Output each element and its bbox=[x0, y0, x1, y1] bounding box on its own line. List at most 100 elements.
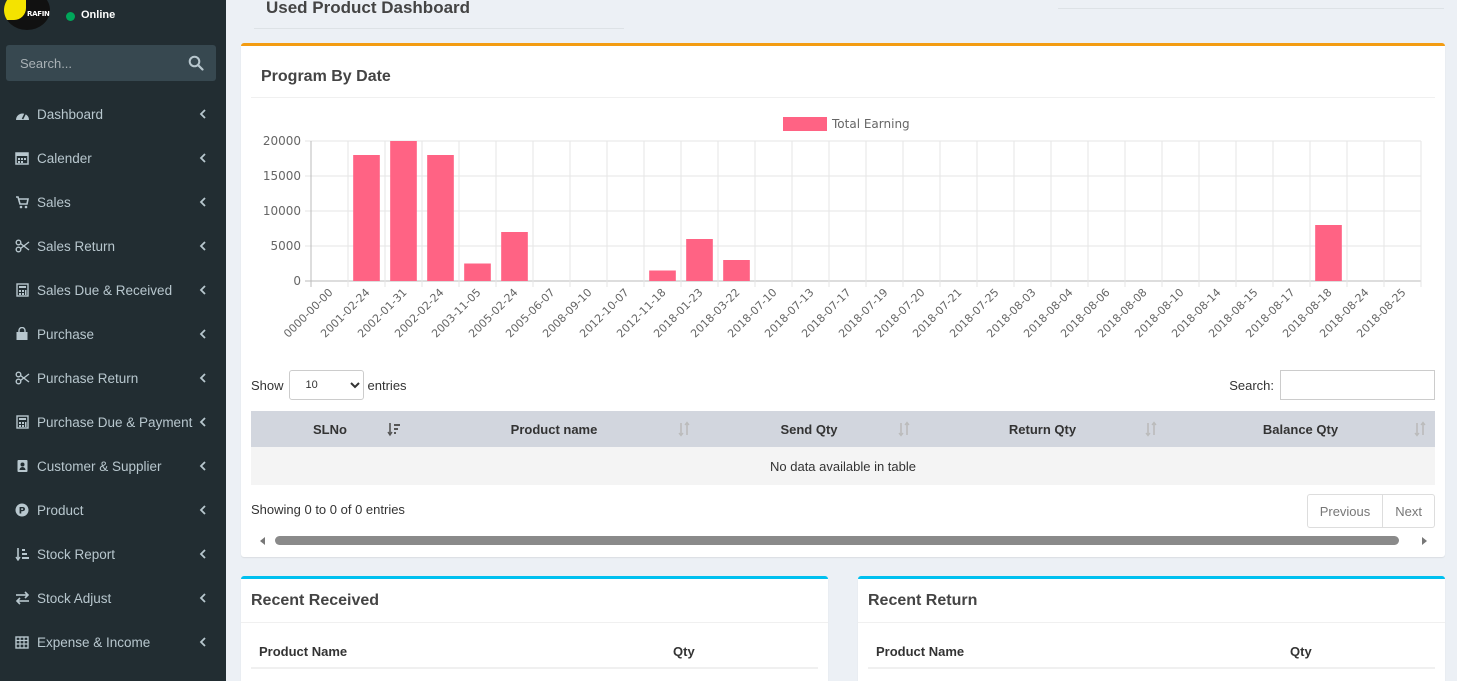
column-header-label: Balance Qty bbox=[1262, 421, 1339, 437]
legend-label: Total Earning bbox=[831, 117, 910, 131]
logo-text: RAFIN bbox=[27, 10, 50, 18]
scissors-icon bbox=[14, 370, 30, 386]
user-panel: RAFIN Online bbox=[0, 0, 226, 36]
sidebar-item-product[interactable]: P Product bbox=[0, 488, 226, 532]
table-search-control: Search: bbox=[1229, 370, 1435, 400]
column-header-label: Return Qty bbox=[1008, 421, 1077, 437]
entries-length-control: Show 10 entries bbox=[251, 370, 407, 400]
online-status-dot-icon bbox=[66, 12, 75, 21]
sidebar-item-customer-supplier[interactable]: Customer & Supplier bbox=[0, 444, 226, 488]
horizontal-scrollbar[interactable] bbox=[255, 535, 1431, 547]
scroll-right-arrow-icon[interactable] bbox=[1422, 537, 1427, 545]
chevron-left-icon bbox=[199, 197, 206, 207]
sidebar-item-label: Purchase Return bbox=[37, 370, 139, 386]
table-info: Showing 0 to 0 of 0 entries bbox=[251, 502, 405, 517]
sidebar-item-label: Purchase Due & Payment bbox=[37, 414, 193, 430]
title-divider bbox=[254, 28, 624, 29]
bar bbox=[723, 260, 750, 281]
bar bbox=[501, 232, 528, 281]
scissors-icon bbox=[14, 238, 30, 254]
program-by-date-chart: 050001000015000200000000-00-002001-02-24… bbox=[263, 117, 1422, 340]
y-tick-label: 10000 bbox=[263, 204, 301, 218]
sidebar-item-sales-return[interactable]: Sales Return bbox=[0, 224, 226, 268]
header-divider bbox=[1058, 8, 1444, 9]
product-p-icon: P bbox=[14, 502, 30, 518]
chevron-left-icon bbox=[199, 593, 206, 603]
chevron-left-icon bbox=[199, 153, 206, 163]
table-search-input[interactable] bbox=[1280, 370, 1435, 400]
product-table: SLNo Product name Send Qty Return Qty Ba… bbox=[251, 411, 1435, 485]
sort-both-icon bbox=[678, 421, 690, 437]
table-icon bbox=[14, 634, 30, 650]
entries-select[interactable]: 10 bbox=[288, 370, 364, 400]
show-label: Show bbox=[251, 377, 284, 393]
box-title: Recent Received bbox=[251, 592, 380, 609]
sidebar-item-label: Expense & Income bbox=[37, 634, 151, 650]
sidebar-item-expense-income[interactable]: Expense & Income bbox=[0, 620, 226, 664]
sort-both-icon bbox=[1145, 421, 1157, 437]
pagination: Previous Next bbox=[1306, 494, 1435, 528]
sidebar-item-purchase[interactable]: Purchase bbox=[0, 312, 226, 356]
y-tick-label: 20000 bbox=[263, 134, 301, 148]
chevron-left-icon bbox=[199, 417, 206, 427]
sidebar-item-sales[interactable]: Sales bbox=[0, 180, 226, 224]
box-title: Program By Date bbox=[261, 68, 391, 85]
box-header-divider bbox=[858, 622, 1445, 623]
logo-sun-icon bbox=[4, 0, 26, 20]
empty-table-message: No data available in table bbox=[251, 447, 1435, 485]
chevron-left-icon bbox=[199, 329, 206, 339]
chevron-left-icon bbox=[199, 461, 206, 471]
chevron-left-icon bbox=[199, 373, 206, 383]
cart-icon bbox=[14, 194, 30, 210]
sidebar-item-purchase-return[interactable]: Purchase Return bbox=[0, 356, 226, 400]
chevron-left-icon bbox=[199, 637, 206, 647]
sidebar-item-label: Calender bbox=[37, 150, 92, 166]
sidebar-item-stock-adjust[interactable]: Stock Adjust bbox=[0, 576, 226, 620]
avatar[interactable]: RAFIN bbox=[4, 0, 50, 30]
online-status-text: Online bbox=[81, 9, 116, 21]
recent-received-box: Recent Received Product Name Qty bbox=[241, 576, 828, 681]
box-title: Recent Return bbox=[868, 592, 978, 609]
next-page-button[interactable]: Next bbox=[1383, 494, 1435, 528]
sidebar-item-calender[interactable]: Calender bbox=[0, 136, 226, 180]
column-header-return-qty[interactable]: Return Qty bbox=[919, 411, 1166, 447]
chevron-left-icon bbox=[199, 109, 206, 119]
column-header-send-qty[interactable]: Send Qty bbox=[699, 411, 919, 447]
sort-amount-icon bbox=[14, 546, 30, 562]
sidebar-item-label: Stock Adjust bbox=[37, 590, 112, 606]
column-header-product-name: Product Name bbox=[876, 644, 965, 659]
column-header-product-name: Product Name bbox=[259, 644, 348, 659]
bar bbox=[649, 270, 676, 281]
sidebar-menu: Dashboard Calender Sales Sales Return Sa… bbox=[0, 92, 226, 664]
chevron-left-icon bbox=[199, 241, 206, 251]
column-header-slno[interactable]: SLNo bbox=[251, 411, 409, 447]
column-header-product-name[interactable]: Product name bbox=[409, 411, 699, 447]
search-icon[interactable] bbox=[188, 55, 204, 71]
sidebar-search-input[interactable] bbox=[6, 45, 181, 81]
previous-page-button[interactable]: Previous bbox=[1306, 494, 1384, 528]
sort-both-icon bbox=[898, 421, 910, 437]
bar bbox=[390, 141, 417, 281]
svg-text:P: P bbox=[19, 507, 26, 517]
scrollbar-thumb[interactable] bbox=[275, 536, 1399, 545]
recent-return-box: Recent Return Product Name Qty bbox=[858, 576, 1445, 681]
bar bbox=[1315, 225, 1342, 281]
sidebar-item-dashboard[interactable]: Dashboard bbox=[0, 92, 226, 136]
sidebar-item-label: Purchase bbox=[37, 326, 95, 342]
column-header-qty: Qty bbox=[673, 644, 695, 659]
sidebar-item-label: Customer & Supplier bbox=[37, 458, 162, 474]
table-row: No data available in table bbox=[251, 447, 1435, 485]
sidebar-item-sales-due-received[interactable]: Sales Due & Received bbox=[0, 268, 226, 312]
chevron-left-icon bbox=[199, 285, 206, 295]
column-header-balance-qty[interactable]: Balance Qty bbox=[1166, 411, 1435, 447]
scroll-left-arrow-icon[interactable] bbox=[260, 537, 265, 545]
address-book-icon bbox=[14, 458, 30, 474]
sidebar-item-label: Dashboard bbox=[37, 106, 104, 122]
chevron-left-icon bbox=[199, 549, 206, 559]
sidebar-item-label: Product bbox=[37, 502, 84, 518]
sidebar-item-purchase-due-payment[interactable]: Purchase Due & Payment bbox=[0, 400, 226, 444]
sidebar-item-stock-report[interactable]: Stock Report bbox=[0, 532, 226, 576]
dashboard-icon bbox=[14, 106, 30, 122]
program-by-date-box: Program By Date 0 5000 10000 15000 20000 0000… bbox=[241, 43, 1445, 557]
column-header-label: Product name bbox=[510, 421, 598, 437]
